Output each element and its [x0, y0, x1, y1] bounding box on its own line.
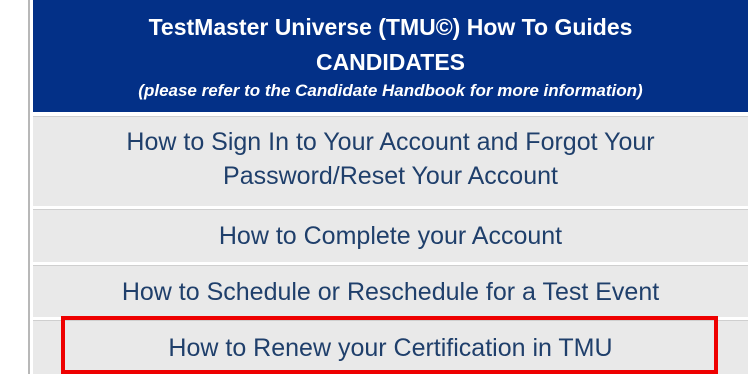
- guide-label: How to Schedule or Reschedule for a Test…: [121, 278, 660, 306]
- header-title: TestMaster Universe (TMU©) How To Guides: [148, 14, 633, 40]
- header-subtitle: CANDIDATES: [315, 49, 466, 75]
- table-left-border: [28, 0, 30, 374]
- page: TestMaster Universe (TMU©) How To Guides…: [0, 0, 748, 374]
- guide-label-line-2: Password/Reset Your Account: [223, 162, 558, 190]
- table-header: TestMaster Universe (TMU©) How To Guides…: [33, 0, 748, 112]
- guide-label: How to Complete your Account: [218, 222, 563, 250]
- guide-label: How to Renew your Certification in TMU: [168, 334, 613, 362]
- guide-link-schedule-test[interactable]: How to Schedule or Reschedule for a Test…: [33, 265, 748, 317]
- how-to-guides-table: TestMaster Universe (TMU©) How To Guides…: [33, 0, 748, 374]
- guide-link-renew-certification[interactable]: How to Renew your Certification in TMU: [33, 320, 748, 374]
- guide-link-sign-in[interactable]: How to Sign In to Your Account and Forgo…: [33, 116, 748, 206]
- guide-label-line-1: How to Sign In to Your Account and Forgo…: [126, 128, 655, 156]
- guide-link-complete-account[interactable]: How to Complete your Account: [33, 209, 748, 262]
- header-note: (please refer to the Candidate Handbook …: [138, 81, 643, 100]
